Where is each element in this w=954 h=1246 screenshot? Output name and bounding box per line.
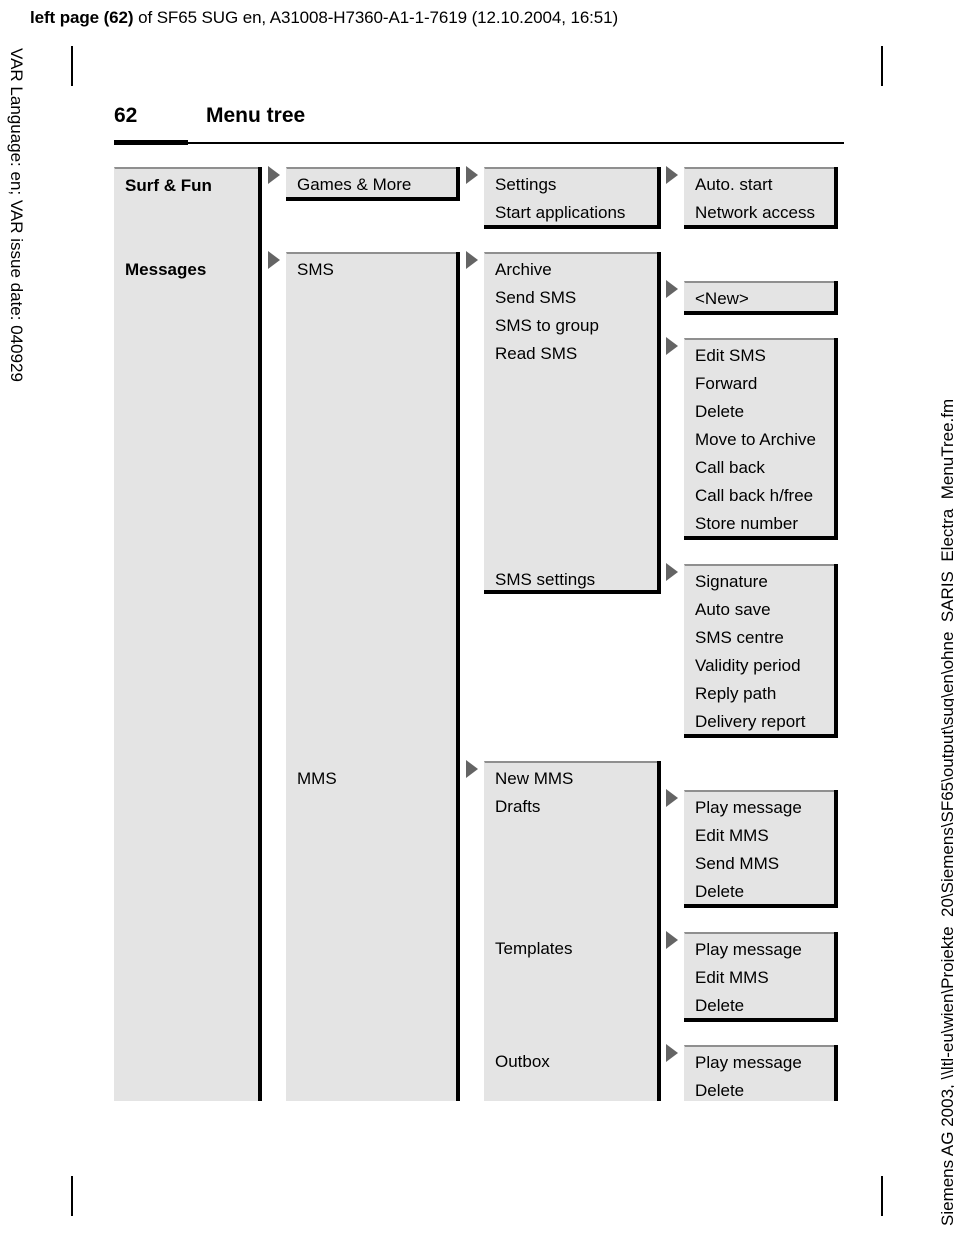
menu-item-auto-save[interactable]: Auto save: [695, 601, 771, 618]
column4-box-settings-submenu[interactable]: Auto. start Network access: [684, 167, 834, 225]
menu-item-delete-drafts[interactable]: Delete: [695, 883, 744, 900]
menu-item-messages[interactable]: Messages: [125, 261, 206, 278]
column4-box-sms-settings-submenu[interactable]: Signature Auto save SMS centre Validity …: [684, 564, 834, 734]
menu-item-play-message-outbox[interactable]: Play message: [695, 1054, 802, 1071]
menu-item-network-access[interactable]: Network access: [695, 204, 815, 221]
column3-box-mms-submenu[interactable]: New MMS Drafts Templates Outbox: [484, 761, 657, 1101]
column1-box-surf-and-fun[interactable]: Surf & Fun Messages: [114, 167, 258, 1101]
menu-item-sms-centre[interactable]: SMS centre: [695, 629, 784, 646]
menu-item-play-message-drafts[interactable]: Play message: [695, 799, 802, 816]
menu-item-store-number[interactable]: Store number: [695, 515, 798, 532]
chevron-right-icon-templates: [666, 931, 678, 949]
menu-item-archive[interactable]: Archive: [495, 261, 552, 278]
menu-item-settings[interactable]: Settings: [495, 176, 556, 193]
menu-item-edit-sms[interactable]: Edit SMS: [695, 347, 766, 364]
menu-tree: Surf & Fun Messages Games & More SMS MMS…: [0, 0, 954, 1246]
menu-item-edit-mms-drafts[interactable]: Edit MMS: [695, 827, 769, 844]
menu-item-send-mms-drafts[interactable]: Send MMS: [695, 855, 779, 872]
menu-item-outbox[interactable]: Outbox: [495, 1053, 550, 1070]
menu-item-mms[interactable]: MMS: [297, 770, 337, 787]
menu-item-delete[interactable]: Delete: [695, 403, 744, 420]
chevron-right-icon-outbox: [666, 1044, 678, 1062]
chevron-right-icon-settings: [666, 166, 678, 184]
menu-item-delete-templates[interactable]: Delete: [695, 997, 744, 1014]
menu-item-read-sms[interactable]: Read SMS: [495, 345, 577, 362]
menu-item-sms-settings[interactable]: SMS settings: [495, 571, 595, 588]
column3-box-sms-submenu[interactable]: Archive Send SMS SMS to group Read SMS S…: [484, 252, 657, 590]
menu-item-delivery-report[interactable]: Delivery report: [695, 713, 806, 730]
menu-item-new-mms[interactable]: New MMS: [495, 770, 573, 787]
menu-item-templates[interactable]: Templates: [495, 940, 572, 957]
menu-item-games-and-more[interactable]: Games & More: [297, 176, 411, 193]
column4-box-drafts-submenu[interactable]: Play message Edit MMS Send MMS Delete: [684, 790, 834, 904]
chevron-right-icon-read-sms: [666, 337, 678, 355]
column2-box-games-and-more[interactable]: Games & More: [286, 167, 456, 197]
menu-item-play-message-templates[interactable]: Play message: [695, 941, 802, 958]
menu-item-call-back[interactable]: Call back: [695, 459, 765, 476]
chevron-right-icon-drafts: [666, 789, 678, 807]
menu-item-send-sms[interactable]: Send SMS: [495, 289, 576, 306]
column4-box-outbox-submenu[interactable]: Play message Delete: [684, 1045, 834, 1101]
chevron-right-icon-mms: [466, 760, 478, 778]
menu-item-call-back-hfree[interactable]: Call back h/free: [695, 487, 813, 504]
column4-box-archive-submenu[interactable]: <New>: [684, 281, 834, 311]
menu-item-sms-to-group[interactable]: SMS to group: [495, 317, 599, 334]
menu-item-move-to-archive[interactable]: Move to Archive: [695, 431, 816, 448]
menu-item-start-applications[interactable]: Start applications: [495, 204, 625, 221]
chevron-right-icon-games-and-more: [466, 166, 478, 184]
menu-item-surf-and-fun[interactable]: Surf & Fun: [125, 177, 212, 194]
menu-item-drafts[interactable]: Drafts: [495, 798, 540, 815]
menu-item-reply-path[interactable]: Reply path: [695, 685, 776, 702]
column3-box-games-submenu[interactable]: Settings Start applications: [484, 167, 657, 225]
menu-item-delete-outbox[interactable]: Delete: [695, 1082, 744, 1099]
menu-item-validity-period[interactable]: Validity period: [695, 657, 801, 674]
column2-box-sms[interactable]: SMS MMS: [286, 252, 456, 1101]
menu-item-edit-mms-templates[interactable]: Edit MMS: [695, 969, 769, 986]
chevron-right-icon-sms: [466, 251, 478, 269]
chevron-right-icon-messages: [268, 251, 280, 269]
menu-item-new[interactable]: <New>: [695, 290, 749, 307]
chevron-right-icon-sms-settings: [666, 563, 678, 581]
column4-box-read-sms-submenu[interactable]: Edit SMS Forward Delete Move to Archive …: [684, 338, 834, 536]
menu-item-forward[interactable]: Forward: [695, 375, 757, 392]
column4-box-templates-submenu[interactable]: Play message Edit MMS Delete: [684, 932, 834, 1018]
menu-item-signature[interactable]: Signature: [695, 573, 768, 590]
menu-item-auto-start[interactable]: Auto. start: [695, 176, 772, 193]
menu-item-sms[interactable]: SMS: [297, 261, 334, 278]
chevron-right-icon-surf-and-fun: [268, 166, 280, 184]
chevron-right-icon-archive: [666, 280, 678, 298]
